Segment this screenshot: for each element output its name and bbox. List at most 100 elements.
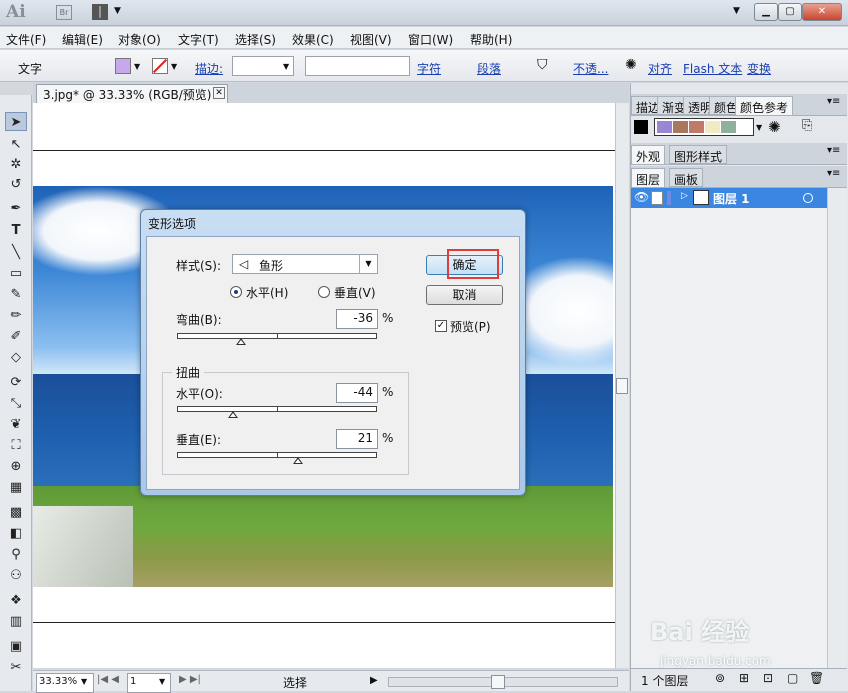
workspace-dropdown-icon[interactable]: ▼ bbox=[733, 6, 740, 16]
cancel-button[interactable]: 取消 bbox=[426, 285, 503, 305]
style-dropdown[interactable]: ◁ 鱼形 ▼ bbox=[232, 254, 378, 274]
layer-name[interactable]: 图层 1 bbox=[713, 190, 750, 207]
color-guide-swatch[interactable] bbox=[689, 121, 704, 133]
close-tab-icon[interactable]: ✕ bbox=[213, 87, 225, 99]
tab-graphic-styles[interactable]: 图形样式 bbox=[669, 145, 728, 164]
save-color-group-icon[interactable]: ⎘ bbox=[802, 118, 812, 133]
eraser-tool-icon[interactable]: ◇ bbox=[5, 348, 27, 367]
target-circle-icon[interactable] bbox=[803, 193, 813, 203]
lasso-tool-icon[interactable]: ↺ bbox=[5, 175, 27, 194]
symbol-sprayer-tool-icon[interactable]: ❖ bbox=[5, 591, 27, 610]
scale-tool-icon[interactable]: ⤡ bbox=[5, 394, 27, 413]
menu-window[interactable]: 窗口(W) bbox=[408, 31, 453, 48]
color-guide-swatch[interactable] bbox=[673, 121, 688, 133]
tab-artboards[interactable]: 画板 bbox=[669, 168, 704, 187]
menu-edit[interactable]: 编辑(E) bbox=[62, 31, 103, 48]
tab-color-guide[interactable]: 颜色参考 bbox=[735, 96, 794, 115]
opacity-link[interactable]: 不透... bbox=[573, 60, 608, 77]
paintbrush-tool-icon[interactable]: ✎ bbox=[5, 285, 27, 304]
eyedropper-tool-icon[interactable]: ⚲ bbox=[5, 545, 27, 564]
artboard-tool-icon[interactable]: ▣ bbox=[5, 637, 27, 656]
menu-select[interactable]: 选择(S) bbox=[235, 31, 276, 48]
vertical-radio[interactable] bbox=[318, 286, 330, 298]
free-transform-tool-icon[interactable]: ⛶ bbox=[5, 436, 27, 455]
chevron-down-icon[interactable]: ▼ bbox=[359, 255, 377, 273]
layer-row[interactable]: 👁 ▷ 图层 1 bbox=[631, 188, 827, 208]
envelope-icon[interactable]: ⛉ bbox=[537, 57, 548, 73]
bridge-button[interactable]: Br bbox=[56, 5, 72, 20]
visibility-eye-icon[interactable]: 👁 bbox=[634, 190, 649, 204]
paragraph-link[interactable]: 段落 bbox=[477, 60, 501, 77]
type-tool-icon[interactable]: T bbox=[5, 221, 27, 240]
mesh-tool-icon[interactable]: ▩ bbox=[5, 503, 27, 522]
color-guide-swatch[interactable] bbox=[721, 121, 736, 133]
expand-triangle-icon[interactable]: ▷ bbox=[681, 191, 688, 201]
rectangle-tool-icon[interactable]: ▭ bbox=[5, 264, 27, 283]
clipping-mask-icon[interactable]: ⊞ bbox=[739, 671, 749, 685]
stroke-link[interactable]: 描边: bbox=[195, 60, 223, 77]
color-group-strip[interactable] bbox=[654, 118, 754, 136]
bend-input[interactable]: -36 bbox=[336, 309, 378, 329]
line-tool-icon[interactable]: ╲ bbox=[5, 243, 27, 262]
pen-tool-icon[interactable]: ✒ bbox=[5, 199, 27, 218]
menu-effect[interactable]: 效果(C) bbox=[292, 31, 334, 48]
close-button[interactable]: ✕ bbox=[802, 3, 842, 21]
layers-scrollbar[interactable] bbox=[827, 188, 847, 668]
vertical-distort-slider-thumb[interactable] bbox=[293, 457, 303, 464]
graph-tool-icon[interactable]: ▦ bbox=[5, 478, 27, 497]
panel-menu-icon[interactable]: ▾≡ bbox=[827, 168, 840, 179]
menu-file[interactable]: 文件(F) bbox=[6, 31, 46, 48]
tab-appearance[interactable]: 外观 bbox=[631, 145, 666, 164]
gradient-tool-icon[interactable]: ◧ bbox=[5, 524, 27, 543]
fill-color-swatch[interactable] bbox=[115, 58, 131, 74]
next-page-icon[interactable]: ▶ ▶| bbox=[179, 674, 201, 685]
preview-checkbox[interactable]: ✓ bbox=[435, 320, 447, 332]
chevron-down-icon[interactable]: ▼ bbox=[756, 123, 762, 132]
current-color-swatch[interactable] bbox=[634, 120, 648, 134]
tab-layers[interactable]: 图层 bbox=[631, 168, 666, 187]
arrange-documents-icon[interactable] bbox=[92, 4, 108, 20]
selection-tool-icon[interactable]: ➤ bbox=[5, 112, 27, 131]
chevron-down-icon[interactable]: ▼ bbox=[81, 677, 87, 686]
color-guide-swatch[interactable] bbox=[657, 121, 672, 133]
recolor-icon[interactable]: ✺ bbox=[625, 57, 637, 73]
chevron-down-icon[interactable]: ▼ bbox=[283, 62, 289, 71]
chevron-down-icon[interactable]: ▼ bbox=[134, 62, 140, 71]
chevron-down-icon[interactable]: ▼ bbox=[171, 62, 177, 71]
rotate-tool-icon[interactable]: ⟳ bbox=[5, 373, 27, 392]
blend-tool-icon[interactable]: ⚇ bbox=[5, 566, 27, 585]
locate-object-icon[interactable]: ⊚ bbox=[715, 671, 725, 685]
new-sublayer-icon[interactable]: ⊡ bbox=[763, 671, 773, 685]
menu-help[interactable]: 帮助(H) bbox=[470, 31, 512, 48]
recolor-artwork-icon[interactable]: ✺ bbox=[768, 118, 781, 136]
pencil-tool-icon[interactable]: ✏ bbox=[5, 306, 27, 325]
slice-tool-icon[interactable]: ✂ bbox=[5, 658, 27, 677]
character-link[interactable]: 字符 bbox=[417, 60, 441, 77]
menu-object[interactable]: 对象(O) bbox=[118, 31, 161, 48]
horizontal-radio-label[interactable]: 水平(H) bbox=[246, 284, 288, 301]
document-tab[interactable]: 3.jpg* @ 33.33% (RGB/预览) bbox=[36, 84, 228, 103]
column-graph-tool-icon[interactable]: ▥ bbox=[5, 612, 27, 631]
direct-selection-tool-icon[interactable]: ↖ bbox=[5, 135, 27, 154]
chevron-down-icon[interactable]: ▼ bbox=[114, 6, 121, 16]
panel-menu-icon[interactable]: ▾≡ bbox=[827, 96, 840, 107]
status-menu-icon[interactable]: ▶ bbox=[370, 675, 378, 686]
horizontal-distort-slider-thumb[interactable] bbox=[228, 411, 238, 418]
menu-type[interactable]: 文字(T) bbox=[178, 31, 219, 48]
vertical-distort-input[interactable]: 21 bbox=[336, 429, 378, 449]
flash-text-link[interactable]: Flash 文本 bbox=[683, 60, 742, 77]
status-tool[interactable]: 选择 bbox=[283, 674, 307, 691]
preview-label[interactable]: 预览(P) bbox=[450, 318, 491, 335]
chevron-down-icon[interactable]: ▼ bbox=[159, 677, 165, 686]
magic-wand-tool-icon[interactable]: ✲ bbox=[5, 155, 27, 174]
warp-tool-icon[interactable]: ❦ bbox=[5, 415, 27, 434]
shape-builder-tool-icon[interactable]: ⊕ bbox=[5, 457, 27, 476]
bend-slider-thumb[interactable] bbox=[236, 338, 246, 345]
horizontal-radio[interactable] bbox=[230, 286, 242, 298]
stroke-color-swatch[interactable] bbox=[152, 58, 168, 74]
menu-view[interactable]: 视图(V) bbox=[350, 31, 392, 48]
font-family-field[interactable] bbox=[305, 56, 410, 76]
color-guide-swatch[interactable] bbox=[705, 121, 720, 133]
minimize-button[interactable]: ▁ bbox=[754, 3, 778, 21]
maximize-button[interactable]: ▢ bbox=[778, 3, 802, 21]
